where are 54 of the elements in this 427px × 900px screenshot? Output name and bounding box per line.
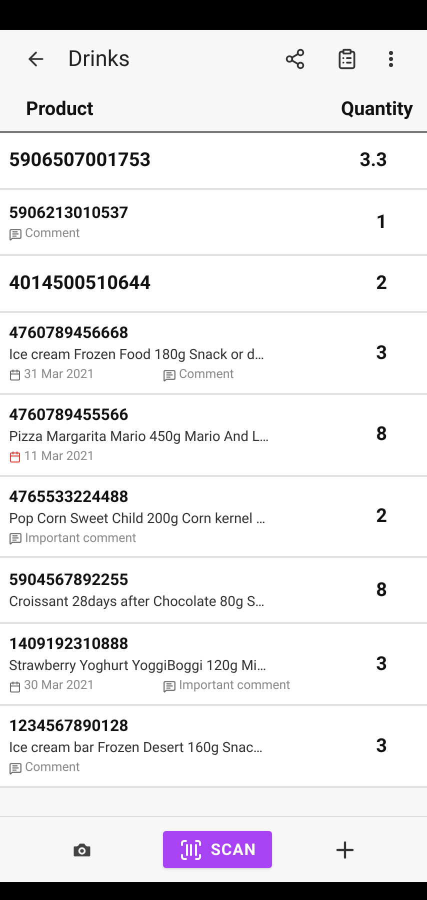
barcode-scan-icon [178,838,203,862]
barcode-number: 4760789455566 [9,404,130,426]
barcode-number: 1234567890128 [9,715,130,737]
barcode-number: 4760789456668 [9,322,130,344]
expiry-date: 30 Mar 2021 [24,677,94,696]
more-icon [389,51,393,67]
comment-icon [9,532,22,546]
product-row[interactable]: 5904567892255 Croissant 28days after Chocolate 80g S… 8 [0,558,427,622]
comment-icon [163,368,176,382]
comment-text: Comment [25,224,80,243]
comment-icon [163,680,176,694]
product-row[interactable]: 5906213010537 Comment 1 [0,190,427,254]
comment-icon [9,228,22,240]
quantity-value: 8 [376,577,387,603]
quantity-value: 3.3 [360,147,387,174]
comment-text: Important comment [25,530,136,548]
product-row[interactable]: 4014500510644 2 [0,256,427,311]
product-row[interactable]: 4765533224488 Pop Corn Sweet Child 200g Corn kernel … Important comment 2 [0,476,427,556]
product-name: Croissant 28days after Chocolate 80g S… [9,592,266,612]
column-header: Quantity [340,96,413,122]
product-row[interactable]: 1234567890128 Ice cream bar Frozen Desert 160g Snac… Comment 3 [0,706,427,786]
expiry-date: 11 Mar 2021 [24,448,94,466]
barcode-number: 5906213010537 [9,202,130,224]
share-icon [284,48,306,70]
comment-icon [9,762,22,775]
product-name: Pizza Margarita Mario 450g Mario And L… [9,428,270,447]
product-row[interactable]: 4760789455566 Pizza Margarita Mario 450g Mario And L… 11 Mar 2021 8 [0,394,427,474]
product-name: Strawberry Yoghurt YoggiBoggi 120g Mi… [9,657,268,676]
comment-text: Comment [179,366,234,384]
barcode-number: 5904567892255 [9,568,130,591]
product-name: Ice cream Frozen Food 180g Snack or d… [9,346,266,365]
quantity-value: 8 [376,421,387,448]
barcode-number: 4765533224488 [9,486,130,508]
comment-text: Important comment [179,677,290,696]
product-row[interactable]: 1409192310888 Strawberry Yoghurt YoggiBoggi 120g Mi… 30 Mar 2021 Important comment 3 [0,624,427,704]
quantity-value: 2 [376,503,387,530]
barcode-number: 5906507001753 [9,147,152,174]
comment-text: Comment [25,759,80,777]
expiry-date: 31 Mar 2021 [24,366,94,384]
quantity-value: 2 [376,270,387,296]
product-row[interactable]: 5906507001753 3.3 [0,133,427,188]
quantity-value: 3 [376,340,387,366]
scan-button[interactable]: SCAN [162,831,272,868]
clipboard-icon [336,48,358,70]
column-header: Product [26,96,94,122]
product-name: Pop Corn Sweet Child 200g Corn kernel … [9,510,266,528]
quantity-value: 3 [376,732,387,759]
barcode-number: 4014500510644 [9,270,152,296]
product-name: Ice cream bar Frozen Desert 160g Snac… [9,739,264,758]
quantity-value: 1 [376,208,387,235]
barcode-number: 1409192310888 [9,633,130,656]
screen-title: Drinks [68,46,130,74]
product-row[interactable]: 4760789456668 Ice cream Frozen Food 180g Snack or d… 31 Mar 2021 Comment 3 [0,313,427,393]
quantity-value: 3 [376,650,387,677]
